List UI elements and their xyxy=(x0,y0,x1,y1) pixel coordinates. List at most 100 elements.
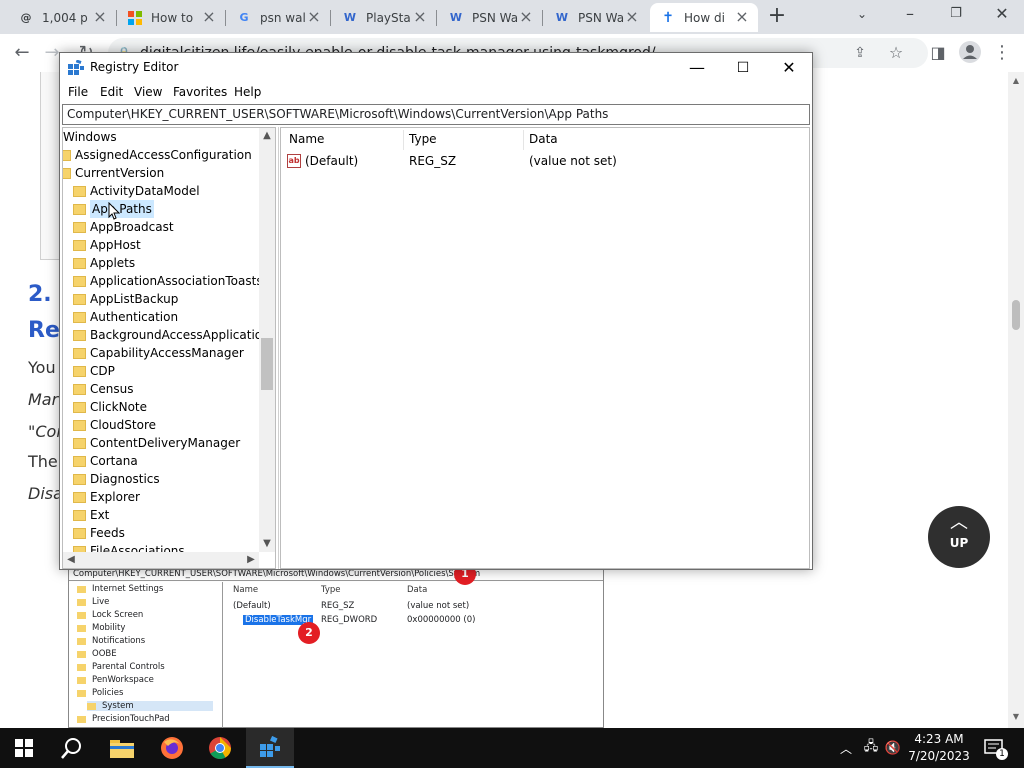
browser-tab[interactable]: W PSN Wa × xyxy=(544,3,648,32)
tree-item[interactable]: CloudStore xyxy=(73,416,156,434)
notification-center-button[interactable]: 1 xyxy=(980,728,1008,768)
tree-item[interactable]: Cortana xyxy=(73,452,138,470)
chrome-button[interactable] xyxy=(196,728,244,768)
tab-close-icon[interactable]: × xyxy=(306,9,322,25)
tree-item[interactable]: Windows xyxy=(63,128,117,146)
tab-search-chevron-icon[interactable]: ⌄ xyxy=(848,4,876,26)
new-tab-button[interactable]: + xyxy=(766,5,788,28)
tab-close-icon[interactable]: × xyxy=(201,9,217,25)
tab-close-icon[interactable]: × xyxy=(734,9,750,25)
tree-item[interactable]: ActivityDataModel xyxy=(73,182,200,200)
browser-tab[interactable]: How to × xyxy=(117,3,226,32)
tree-item[interactable]: CapabilityAccessManager xyxy=(73,344,244,362)
column-header-data[interactable]: Data xyxy=(529,132,558,146)
browser-tab[interactable]: G psn wall × xyxy=(226,3,331,32)
start-button[interactable] xyxy=(0,728,48,768)
screenshot-value-type: REG_SZ xyxy=(321,601,355,611)
browser-tab[interactable]: W PSN Wa × xyxy=(438,3,543,32)
restore-icon[interactable]: ❐ xyxy=(942,4,970,26)
close-icon[interactable]: ✕ xyxy=(988,4,1016,26)
page-scrollbar[interactable]: ▲ ▼ xyxy=(1008,72,1024,728)
article-screenshot-image: Computer\HKEY_CURRENT_USER\SOFTWARE\Micr… xyxy=(68,567,604,728)
tree-item[interactable]: Ext xyxy=(73,506,109,524)
show-hidden-icons-chevron-icon[interactable]: ︿ xyxy=(836,728,856,768)
tree-item[interactable]: Authentication xyxy=(73,308,178,326)
tree-item[interactable]: AppHost xyxy=(73,236,141,254)
search-icon xyxy=(61,738,81,759)
registry-editor-icon xyxy=(260,736,280,757)
registry-editor-taskbar-button[interactable] xyxy=(246,728,294,768)
scroll-down-arrow-icon[interactable]: ▼ xyxy=(259,536,275,552)
browser-tab[interactable]: @ 1,004 pl × xyxy=(8,3,117,32)
column-header-type[interactable]: Type xyxy=(409,132,437,146)
folder-icon xyxy=(73,329,86,341)
tree-item-expanded[interactable]: CurrentVersion xyxy=(63,164,164,182)
value-name[interactable]: (Default) xyxy=(305,154,358,168)
article-text-line: Mar xyxy=(28,390,59,409)
tree-item-label: Feeds xyxy=(90,526,125,540)
tab-close-icon[interactable]: × xyxy=(412,9,428,25)
registry-address-bar[interactable]: Computer\HKEY_CURRENT_USER\SOFTWARE\Micr… xyxy=(62,104,810,125)
maximize-button[interactable]: ☐ xyxy=(720,53,766,83)
tree-item-label: Cortana xyxy=(90,454,138,468)
pane-splitter[interactable] xyxy=(278,127,279,569)
tree-item[interactable]: Feeds xyxy=(73,524,125,542)
taskbar-clock[interactable]: 4:23 AM 7/20/2023 xyxy=(902,731,976,765)
bookmark-star-icon[interactable]: ☆ xyxy=(884,41,908,65)
search-button[interactable] xyxy=(48,728,96,768)
tree-item[interactable]: AppListBackup xyxy=(73,290,178,308)
menu-file[interactable]: File xyxy=(68,85,88,99)
share-icon[interactable]: ⇪ xyxy=(848,41,872,65)
tree-item[interactable]: AppBroadcast xyxy=(73,218,174,236)
close-button[interactable]: ✕ xyxy=(766,53,812,83)
screenshot-tree-item: Lock Screen xyxy=(77,610,143,620)
tree-item[interactable]: Diagnostics xyxy=(73,470,160,488)
tree-item[interactable]: ApplicationAssociationToasts xyxy=(73,272,263,290)
tree-item[interactable]: CDP xyxy=(73,362,115,380)
tree-item[interactable]: Census xyxy=(73,380,133,398)
minimize-button[interactable]: — xyxy=(674,53,720,83)
tree-horizontal-scrollbar[interactable]: ◀ ▶ xyxy=(63,552,259,568)
tree-item[interactable]: BackgroundAccessApplications xyxy=(73,326,275,344)
tab-close-icon[interactable]: × xyxy=(518,9,534,25)
minimize-icon[interactable]: – xyxy=(896,4,924,26)
menu-help[interactable]: Help xyxy=(234,85,261,99)
volume-muted-icon[interactable]: 🔇 xyxy=(882,728,904,768)
menu-view[interactable]: View xyxy=(134,85,162,99)
column-header-name[interactable]: Name xyxy=(289,132,324,146)
tree-vertical-scrollbar[interactable]: ▲ ▼ xyxy=(259,128,275,552)
more-menu-icon[interactable]: ⋮ xyxy=(990,41,1014,65)
scrollbar-thumb[interactable] xyxy=(261,338,273,390)
scroll-left-arrow-icon[interactable]: ◀ xyxy=(63,552,79,568)
menu-favorites[interactable]: Favorites xyxy=(173,85,227,99)
screenshot-tree-item: OOBE xyxy=(77,649,117,659)
tree-item[interactable]: AssignedAccessConfiguration xyxy=(63,146,252,164)
tree-item[interactable]: ContentDeliveryManager xyxy=(73,434,240,452)
profile-avatar-icon[interactable] xyxy=(958,41,982,65)
network-icon[interactable]: 🖧 xyxy=(860,728,882,768)
tab-close-icon[interactable]: × xyxy=(92,9,108,25)
tab-close-icon[interactable]: × xyxy=(624,9,640,25)
browser-tab[interactable]: W PlaySta × xyxy=(332,3,437,32)
value-type: REG_SZ xyxy=(409,154,457,168)
tree-item[interactable]: Explorer xyxy=(73,488,140,506)
tree-item[interactable]: Applets xyxy=(73,254,135,272)
tree-item-label: CurrentVersion xyxy=(75,166,165,180)
tree-item[interactable]: ClickNote xyxy=(73,398,147,416)
screenshot-value-type: REG_DWORD xyxy=(321,615,378,625)
back-arrow-icon[interactable]: ← xyxy=(10,41,34,65)
folder-icon xyxy=(73,401,86,413)
scrollbar-thumb[interactable] xyxy=(1012,300,1020,330)
mouse-cursor-icon xyxy=(108,201,121,223)
side-panel-icon[interactable]: ◨ xyxy=(926,41,950,65)
browser-tab-active[interactable]: ✝ How di × xyxy=(650,3,758,32)
back-to-top-button[interactable]: ︿ UP xyxy=(928,506,990,568)
scroll-down-arrow-icon[interactable]: ▼ xyxy=(1008,712,1024,721)
window-title-bar[interactable]: Registry Editor — ☐ ✕ xyxy=(60,53,812,83)
scroll-up-arrow-icon[interactable]: ▲ xyxy=(1008,76,1024,85)
menu-edit[interactable]: Edit xyxy=(100,85,123,99)
scroll-right-arrow-icon[interactable]: ▶ xyxy=(243,552,259,568)
firefox-button[interactable] xyxy=(148,728,196,768)
scroll-up-arrow-icon[interactable]: ▲ xyxy=(259,128,275,144)
file-explorer-button[interactable] xyxy=(98,728,146,768)
